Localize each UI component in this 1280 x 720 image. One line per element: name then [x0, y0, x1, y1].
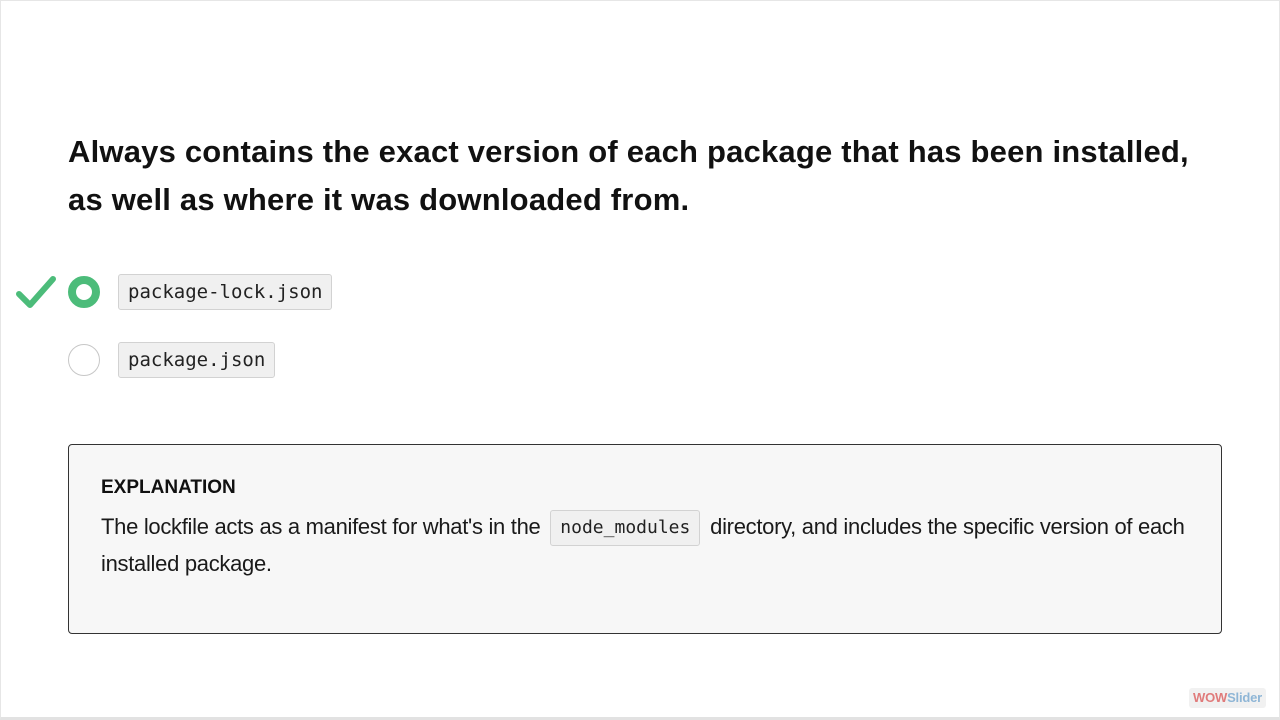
explanation-code: node_modules — [550, 510, 701, 547]
explanation-text: The lockfile acts as a manifest for what… — [101, 509, 1189, 581]
check-icon — [16, 276, 56, 308]
wowslider-watermark[interactable]: WOWSlider — [1189, 688, 1266, 708]
watermark-part2: Slider — [1227, 690, 1262, 705]
explanation-heading: EXPLANATION — [101, 477, 236, 498]
radio-selected[interactable] — [68, 276, 100, 308]
question-text: Always contains the exact version of eac… — [68, 134, 1189, 217]
watermark-part1: WOW — [1193, 690, 1228, 705]
answer-label: package.json — [118, 342, 276, 378]
answer-label: package-lock.json — [118, 274, 333, 310]
answer-option-package-json[interactable]: package.json — [68, 341, 276, 379]
explanation-panel: EXPLANATION The lockfile acts as a manif… — [68, 444, 1222, 634]
radio-unselected[interactable] — [68, 344, 100, 376]
explanation-text-before: The lockfile acts as a manifest for what… — [101, 514, 541, 539]
answer-option-package-lock[interactable]: package-lock.json — [16, 273, 333, 311]
